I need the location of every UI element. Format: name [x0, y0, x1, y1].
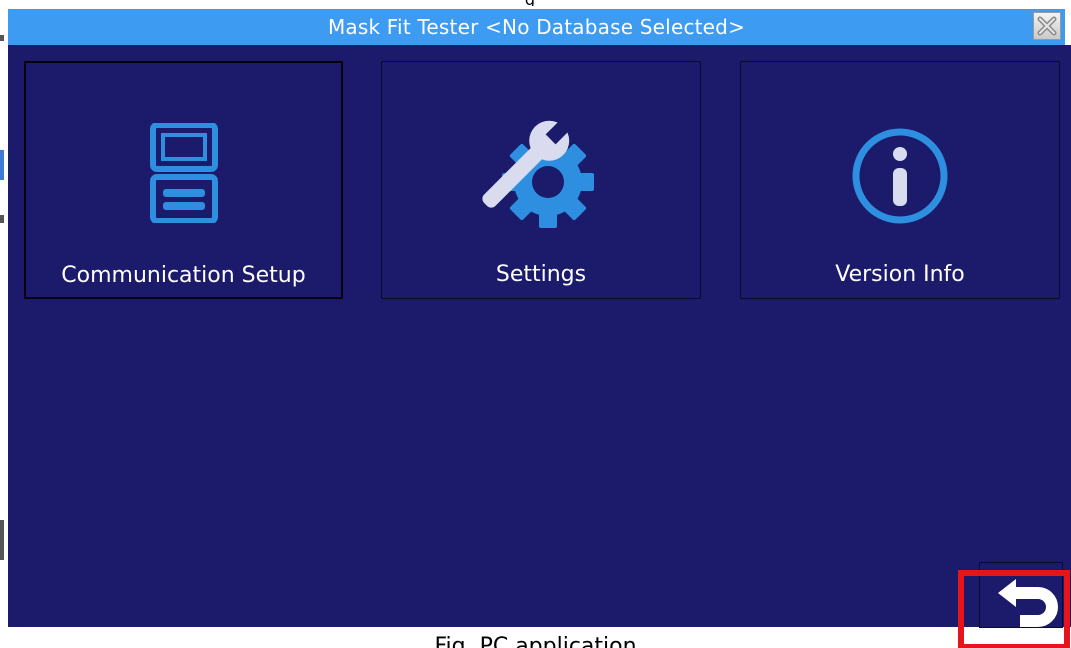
close-icon	[1037, 16, 1057, 36]
tile-label: Version Info	[835, 262, 965, 287]
left-edge-mark	[0, 215, 4, 223]
communication-setup-tile[interactable]: Communication Setup	[24, 61, 343, 299]
back-button[interactable]	[979, 562, 1063, 628]
left-edge-mark	[0, 150, 4, 180]
title-bar: Mask Fit Tester <No Database Selected>	[8, 9, 1065, 45]
tile-label: Settings	[495, 262, 587, 287]
version-info-tile[interactable]: Version Info	[740, 61, 1060, 299]
top-caption-fragment: g	[480, 0, 580, 6]
settings-wrench-gear-icon	[482, 117, 594, 228]
main-menu-area: Communication Setup Settings Version Inf…	[8, 45, 1071, 627]
left-edge-mark	[0, 35, 4, 41]
close-button[interactable]	[1033, 12, 1061, 40]
screenshot: g Mask Fit Tester <No Database Selected>…	[0, 0, 1071, 648]
figure-caption: Fig. PC application	[434, 634, 637, 648]
back-arrow-icon	[998, 579, 1058, 627]
settings-tile[interactable]: Settings	[381, 61, 701, 299]
info-icon	[852, 128, 948, 224]
left-edge-mark	[0, 520, 4, 560]
tile-label: Communication Setup	[61, 263, 306, 288]
window-title: Mask Fit Tester <No Database Selected>	[327, 15, 746, 39]
communication-icon	[149, 123, 218, 223]
